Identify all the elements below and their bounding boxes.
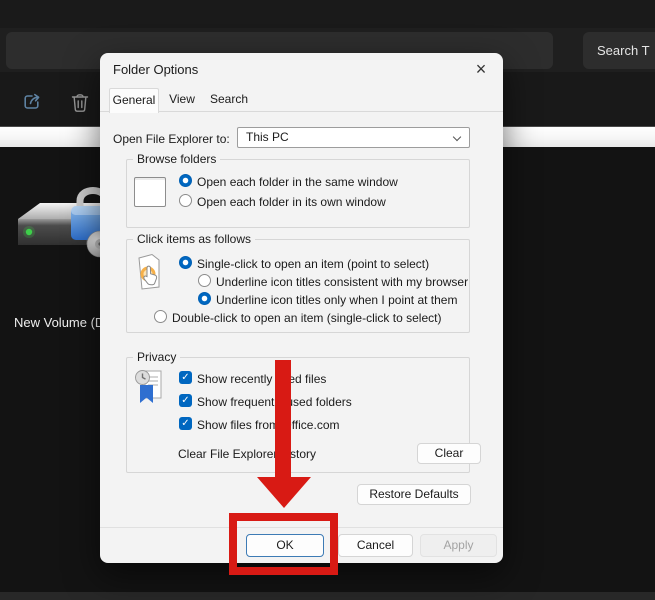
tab-general[interactable]: General — [109, 88, 159, 113]
privacy-history-icon — [134, 368, 164, 405]
dialog-title: Folder Options — [113, 62, 198, 77]
checkbox-office-files[interactable]: ✓ — [179, 417, 192, 430]
close-icon[interactable]: × — [469, 57, 493, 81]
group-title: Privacy — [133, 351, 180, 364]
drive-label: New Volume (D — [14, 315, 104, 330]
open-to-dropdown[interactable]: This PC — [237, 127, 470, 148]
single-click-icon — [137, 253, 162, 291]
open-to-value: This PC — [246, 130, 289, 144]
radio-label[interactable]: Double-click to open an item (single-cli… — [172, 311, 441, 325]
open-file-explorer-label: Open File Explorer to: — [113, 132, 230, 146]
chevron-down-icon — [453, 133, 461, 141]
radio-label[interactable]: Underline icon titles only when I point … — [216, 293, 457, 307]
checkbox-recent-files[interactable]: ✓ — [179, 371, 192, 384]
restore-defaults-button[interactable]: Restore Defaults — [357, 484, 471, 505]
search-box[interactable]: Search T — [583, 32, 655, 69]
radio-underline-browser[interactable] — [198, 274, 211, 287]
radio-label[interactable]: Underline icon titles consistent with my… — [216, 275, 468, 289]
radio-same-window[interactable] — [179, 174, 192, 187]
cancel-button[interactable]: Cancel — [338, 534, 413, 557]
group-title: Browse folders — [133, 153, 220, 166]
annotation-arrow-shaft — [275, 360, 291, 478]
checkbox-label[interactable]: Show recently used files — [197, 372, 326, 386]
radio-underline-point[interactable] — [198, 292, 211, 305]
radio-own-window[interactable] — [179, 194, 192, 207]
apply-button: Apply — [420, 534, 497, 557]
group-title: Click items as follows — [133, 233, 255, 246]
radio-single-click[interactable] — [179, 256, 192, 269]
click-items-group: Click items as follows Single-click to o… — [126, 239, 470, 333]
share-icon[interactable] — [22, 92, 42, 117]
tabstrip-border — [100, 111, 503, 112]
radio-label[interactable]: Open each folder in its own window — [197, 195, 386, 209]
browse-folders-group: Browse folders Open each folder in the s… — [126, 159, 470, 228]
privacy-group: Privacy ✓ Show recently used files ✓ Sho… — [126, 357, 470, 473]
folder-window-icon — [134, 177, 166, 207]
explorer-statusbar — [0, 592, 655, 600]
radio-double-click[interactable] — [154, 310, 167, 323]
explorer-tab-strip — [0, 0, 655, 28]
tab-view[interactable]: View — [161, 88, 203, 111]
clear-history-label: Clear File Explorer history — [178, 447, 316, 461]
checkbox-label[interactable]: Show files from Office.com — [197, 418, 340, 432]
radio-label[interactable]: Single-click to open an item (point to s… — [197, 257, 429, 271]
explorer-window: Search T — [0, 0, 655, 600]
annotation-arrow-head — [257, 477, 311, 508]
clear-button[interactable]: Clear — [417, 443, 481, 464]
checkbox-frequent-folders[interactable]: ✓ — [179, 394, 192, 407]
delete-icon[interactable] — [71, 92, 89, 118]
tab-search[interactable]: Search — [205, 88, 253, 111]
annotation-highlight-box — [229, 513, 338, 575]
radio-label[interactable]: Open each folder in the same window — [197, 175, 398, 189]
